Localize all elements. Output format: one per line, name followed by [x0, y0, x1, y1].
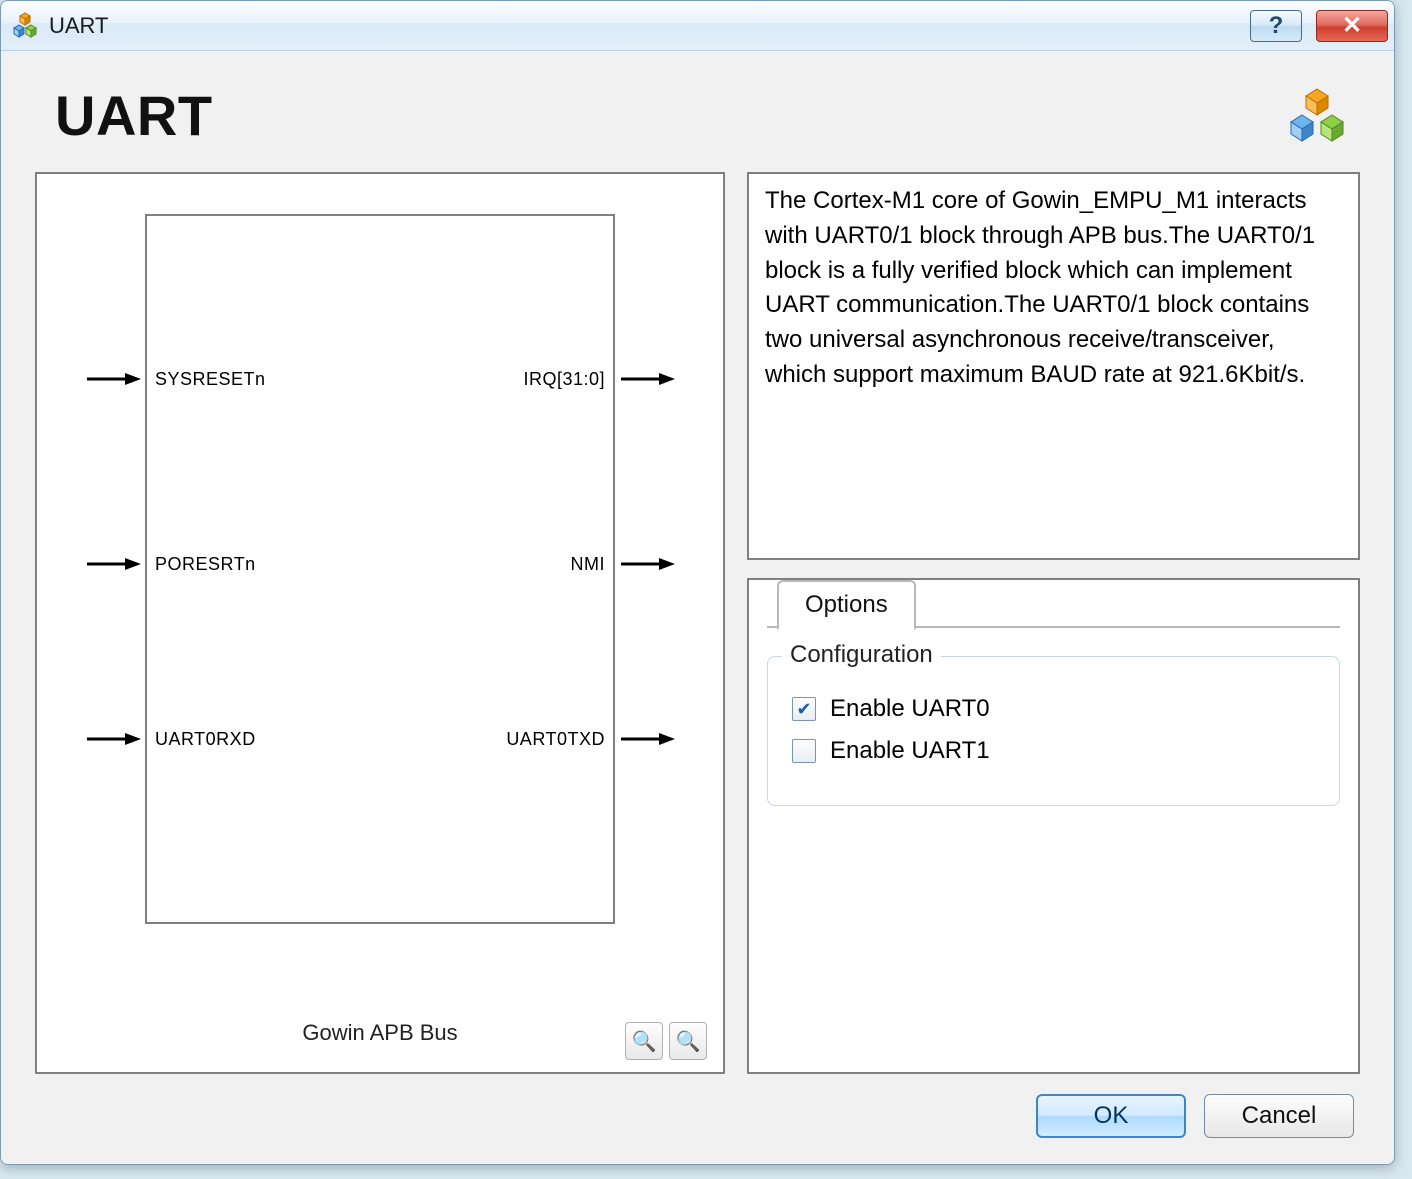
cancel-button[interactable]: Cancel [1204, 1094, 1354, 1138]
help-button[interactable]: ? [1250, 10, 1302, 42]
close-button[interactable]: ✕ [1316, 10, 1388, 42]
port-in-sysresetn: SYSRESETn [85, 371, 144, 387]
zoom-in-button[interactable]: 🔍 [625, 1022, 663, 1060]
arrow-right-icon [85, 371, 141, 387]
port-out-uart0txd: UART0TXD [616, 731, 675, 747]
port-out-nmi: NMI [616, 556, 675, 572]
options-panel: Options Configuration ✔ Enable UART0 ✔ Enab… [747, 578, 1360, 1074]
arrow-right-icon [85, 731, 141, 747]
arrow-right-icon [619, 556, 675, 572]
arrow-right-icon [85, 556, 141, 572]
dialog-window: UART ? ✕ UART [0, 0, 1395, 1165]
bus-label: Gowin APB Bus [302, 1020, 457, 1046]
ok-button[interactable]: OK [1036, 1094, 1186, 1138]
tabbar: Options [767, 578, 1340, 628]
zoom-out-button[interactable]: 🔍 [669, 1022, 707, 1060]
titlebar[interactable]: UART ? ✕ [1, 1, 1394, 51]
description-panel: The Cortex-M1 core of Gowin_EMPU_M1 inte… [747, 172, 1360, 560]
checkbox-label: Enable UART0 [830, 695, 990, 723]
port-out-irq-31-0-: IRQ[31:0] [616, 371, 675, 387]
page-title: UART [55, 83, 213, 148]
tab-options[interactable]: Options [777, 580, 916, 630]
block-diagram: SYSRESETn PORESRTn UART0RXD IRQ[31:0] NMI UAR… [67, 214, 693, 1006]
diagram-panel: SYSRESETn PORESRTn UART0RXD IRQ[31:0] NMI UAR… [35, 172, 725, 1074]
window-title: UART [49, 13, 109, 39]
port-label: PORESRTn [155, 554, 256, 575]
port-label: UART0TXD [506, 729, 605, 750]
checkbox-label: Enable UART1 [830, 737, 990, 765]
configuration-group: Configuration ✔Enable UART0✔Enable UART1 [767, 656, 1340, 806]
port-in-uart0rxd: UART0RXD [85, 731, 144, 747]
group-title: Configuration [782, 641, 941, 669]
checkbox-unchecked-icon[interactable]: ✔ [792, 739, 816, 763]
arrow-right-icon [619, 731, 675, 747]
checkbox-row-enable-uart0[interactable]: ✔ Enable UART0 [792, 695, 1315, 723]
header-cubes-icon [1282, 86, 1352, 146]
port-in-poresrtn: PORESRTn [85, 556, 144, 572]
checkbox-checked-icon[interactable]: ✔ [792, 697, 816, 721]
header-row: UART [35, 79, 1360, 154]
dialog-footer: OK Cancel [35, 1074, 1360, 1142]
port-label: SYSRESETn [155, 369, 266, 390]
port-label: UART0RXD [155, 729, 256, 750]
app-cubes-icon [11, 12, 39, 40]
checkbox-row-enable-uart1[interactable]: ✔ Enable UART1 [792, 737, 1315, 765]
port-label: IRQ[31:0] [523, 369, 605, 390]
port-label: NMI [571, 554, 606, 575]
dialog-body: UART [1, 51, 1394, 1164]
arrow-right-icon [619, 371, 675, 387]
